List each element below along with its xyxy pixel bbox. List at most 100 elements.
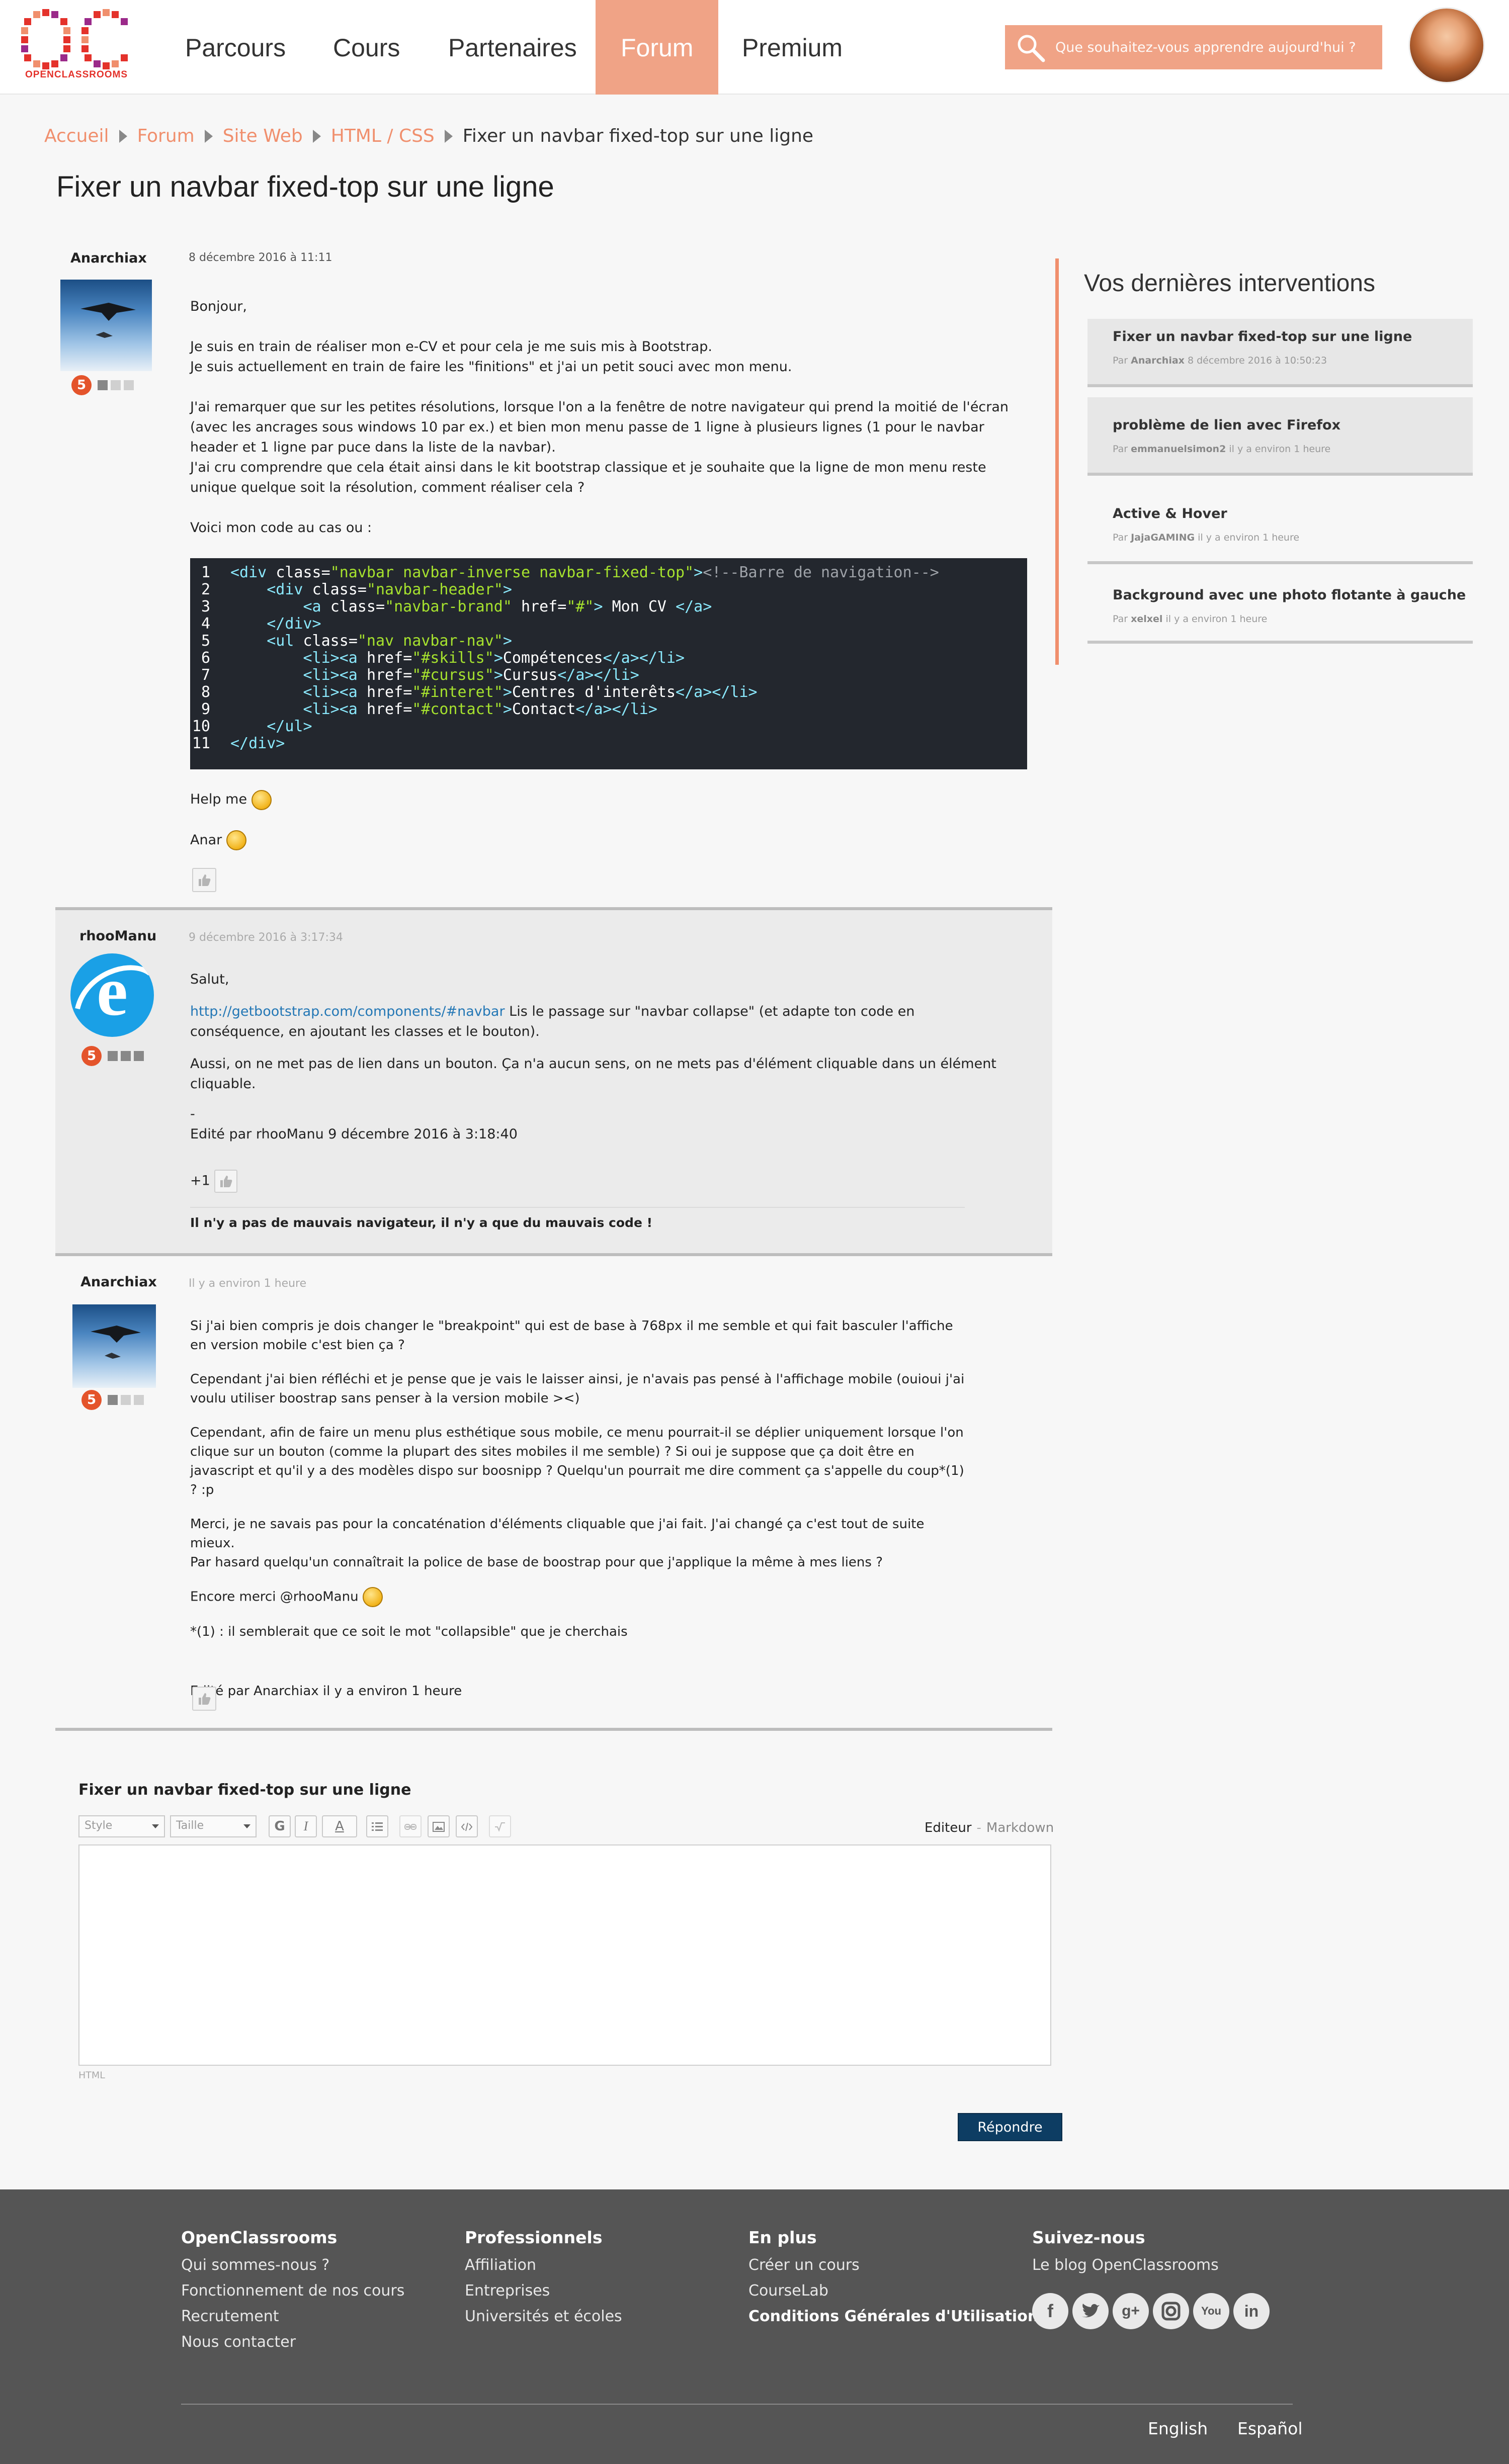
post-body: Bonjour, Je suis en train de réaliser mo…	[190, 297, 1027, 870]
code-line: 6 <li><a href="#skills">Compétences</a><…	[201, 649, 685, 667]
sidebar-item-title[interactable]: Fixer un navbar fixed-top sur une ligne	[1113, 329, 1412, 344]
sidebar-item[interactable]: Active & Hover Par JajaGAMING il y a env…	[1087, 486, 1473, 564]
style-select-value: Style	[85, 1819, 113, 1832]
like-button[interactable]	[214, 1170, 238, 1193]
image-button[interactable]	[428, 1815, 450, 1837]
size-select-value: Taille	[176, 1819, 204, 1832]
italic-button[interactable]: I	[295, 1815, 317, 1837]
search-box	[1005, 25, 1382, 69]
post-line: Encore merci @rhooManu	[190, 1589, 359, 1605]
nav-premium[interactable]: Premium	[717, 0, 868, 95]
thumbs-up-icon	[199, 1693, 211, 1705]
breadcrumb-separator-icon	[119, 130, 127, 143]
sidebar-item[interactable]: Background avec une photo flotante à gau…	[1087, 567, 1473, 644]
sidebar-item[interactable]: problème de lien avec Firefox Par emmanu…	[1087, 397, 1473, 476]
footer-link[interactable]: Entreprises	[465, 2282, 622, 2300]
user-avatar[interactable]	[1408, 7, 1485, 83]
footer-link[interactable]: Qui sommes-nous ?	[181, 2256, 404, 2274]
post-line: Je suis en train de réaliser mon e-CV et…	[190, 339, 712, 355]
reply-button[interactable]: Répondre	[958, 2113, 1062, 2141]
search-icon[interactable]	[1015, 32, 1046, 63]
breadcrumb-accueil[interactable]: Accueil	[44, 126, 109, 146]
footer-link[interactable]: Fonctionnement de nos cours	[181, 2282, 404, 2300]
level-square	[98, 380, 108, 390]
reply-editor-title: Fixer un navbar fixed-top sur une ligne	[78, 1781, 411, 1799]
footer-link-cgu[interactable]: Conditions Générales d'Utilisation	[748, 2308, 1038, 2325]
top-navigation-bar: OPENCLASSROOMS Parcours Cours Partenaire…	[0, 0, 1509, 95]
editor-mode-wysiwyg[interactable]: Editeur	[925, 1820, 972, 1835]
footer-link[interactable]: Le blog OpenClassrooms	[1032, 2256, 1334, 2274]
footer-link[interactable]: Créer un cours	[748, 2256, 1038, 2274]
meta-user[interactable]: Anarchiax	[1131, 355, 1185, 366]
sidebar-item-title[interactable]: problème de lien avec Firefox	[1113, 417, 1340, 433]
sidebar-item-title[interactable]: Background avec une photo flotante à gau…	[1113, 587, 1466, 603]
math-button[interactable]	[489, 1815, 511, 1837]
breadcrumb-forum[interactable]: Forum	[137, 126, 195, 146]
post-line: Help me	[190, 791, 247, 807]
twitter-icon[interactable]	[1072, 2293, 1109, 2329]
language-english[interactable]: English	[1148, 2419, 1208, 2438]
footer-link[interactable]: Recrutement	[181, 2308, 404, 2325]
post-author[interactable]: Anarchiax	[70, 250, 147, 266]
like-button[interactable]	[192, 1687, 216, 1711]
facebook-icon[interactable]: f	[1032, 2293, 1068, 2329]
like-button[interactable]	[192, 868, 216, 892]
editor-format-label: HTML	[78, 2070, 105, 2081]
level-square	[108, 1395, 118, 1405]
breadcrumb-separator-icon	[444, 130, 453, 143]
reply-textarea[interactable]	[78, 1844, 1051, 2066]
footer-link[interactable]: CourseLab	[748, 2282, 1038, 2300]
logo-text: OPENCLASSROOMS	[25, 69, 128, 80]
code-block[interactable]: 1 <div class="navbar navbar-inverse navba…	[190, 558, 1027, 769]
google-plus-icon[interactable]: g+	[1113, 2293, 1149, 2329]
language-espanol[interactable]: Español	[1237, 2419, 1303, 2438]
sidebar-item-title[interactable]: Active & Hover	[1113, 506, 1227, 521]
text-color-button[interactable]: A	[322, 1815, 357, 1837]
sidebar-item-meta: Par Anarchiax 8 décembre 2016 à 10:50:23	[1113, 355, 1327, 366]
author-avatar[interactable]	[72, 1304, 156, 1388]
search-input[interactable]	[1055, 25, 1372, 69]
bootstrap-link[interactable]: http://getbootstrap.com/components/#navb…	[190, 1004, 505, 1019]
nav-parcours[interactable]: Parcours	[160, 0, 311, 95]
author-level-badge: 5	[81, 1390, 147, 1410]
breadcrumb-separator-icon	[204, 130, 213, 143]
list-button[interactable]	[366, 1815, 388, 1837]
style-select[interactable]: Style	[78, 1815, 165, 1837]
breadcrumb-html-css[interactable]: HTML / CSS	[331, 126, 435, 146]
breadcrumb: Accueil Forum Site Web HTML / CSS Fixer un n…	[44, 126, 813, 146]
meta-user[interactable]: JajaGAMING	[1131, 532, 1195, 543]
bold-button[interactable]: G	[269, 1815, 291, 1837]
editor-mode-markdown[interactable]: Markdown	[986, 1820, 1054, 1835]
code-line: 7 <li><a href="#cursus">Cursus</a></li>	[201, 666, 639, 684]
nav-forum[interactable]: Forum	[596, 0, 719, 95]
meta-user[interactable]: xelxel	[1131, 613, 1162, 625]
post-date: 8 décembre 2016 à 11:11	[189, 251, 332, 264]
logo-mark-icon	[21, 9, 128, 69]
post-body: Si j'ai bien compris je dois changer le …	[190, 1316, 965, 1721]
author-avatar[interactable]: e	[70, 953, 154, 1037]
nav-partenaires[interactable]: Partenaires	[423, 0, 602, 95]
sidebar-title: Vos dernières interventions	[1084, 270, 1375, 297]
nav-cours[interactable]: Cours	[308, 0, 425, 95]
post-paragraph: Help me	[190, 789, 1025, 810]
instagram-icon[interactable]	[1153, 2293, 1189, 2329]
footer-column-openclassrooms: OpenClassrooms Qui sommes-nous ? Fonctio…	[181, 2228, 404, 2359]
post-author[interactable]: rhooManu	[79, 928, 156, 944]
meta-time: il y a environ 1 heure	[1229, 444, 1331, 455]
code-line: 2 <div class="navbar-header">	[201, 581, 512, 598]
post-paragraph: http://getbootstrap.com/components/#navb…	[190, 1002, 1005, 1042]
meta-user[interactable]: emmanuelsimon2	[1131, 444, 1226, 455]
author-avatar[interactable]	[60, 280, 152, 371]
youtube-icon[interactable]: You	[1193, 2293, 1229, 2329]
footer-link[interactable]: Affiliation	[465, 2256, 622, 2274]
breadcrumb-site-web[interactable]: Site Web	[223, 126, 303, 146]
footer-link[interactable]: Universités et écoles	[465, 2308, 622, 2325]
code-line: 9 <li><a href="#contact">Contact</a></li…	[201, 700, 657, 718]
code-button[interactable]	[456, 1815, 478, 1837]
linkedin-icon[interactable]: in	[1233, 2293, 1270, 2329]
link-button[interactable]	[399, 1815, 422, 1837]
post-author[interactable]: Anarchiax	[80, 1274, 157, 1290]
footer-link[interactable]: Nous contacter	[181, 2333, 404, 2351]
sidebar-item[interactable]: Fixer un navbar fixed-top sur une ligne …	[1087, 319, 1473, 387]
size-select[interactable]: Taille	[170, 1815, 257, 1837]
